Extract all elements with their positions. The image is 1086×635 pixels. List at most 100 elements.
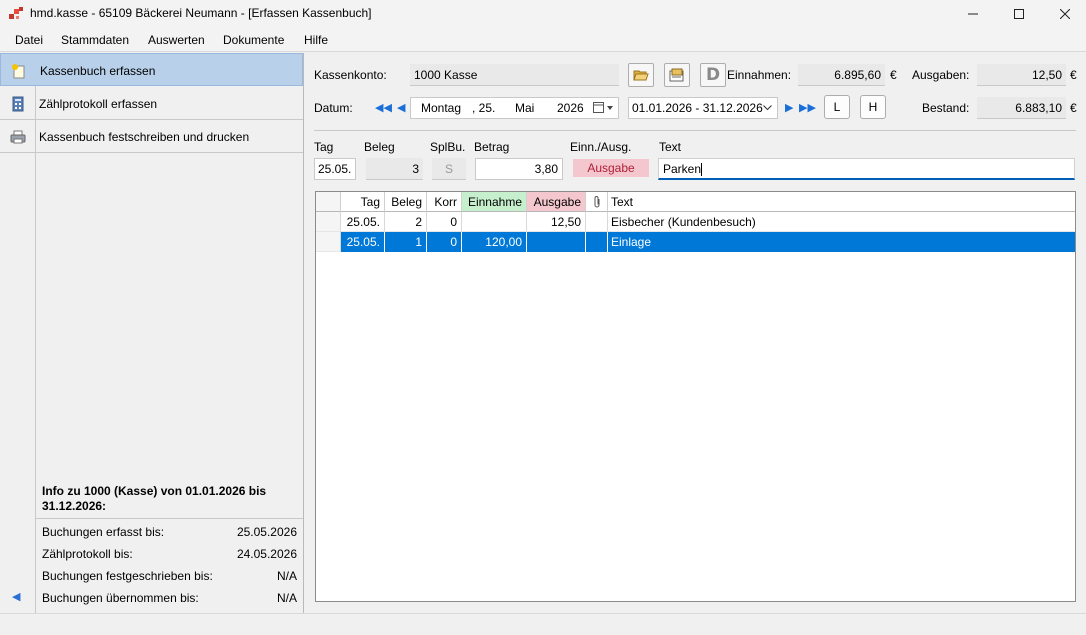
splbu-input[interactable]: S <box>432 158 466 180</box>
row-header[interactable] <box>316 232 341 252</box>
bookings-table[interactable]: Tag Beleg Korr Einnahme Ausgabe Text 25.… <box>315 191 1076 602</box>
nav-item-festschreiben-drucken[interactable]: Kassenbuch festschreiben und drucken <box>0 120 303 153</box>
currency-symbol: € <box>890 68 897 82</box>
printer-icon <box>10 130 26 144</box>
menu-bar: Datei Stammdaten Auswerten Dokumente Hil… <box>0 28 1086 52</box>
cell-ausgabe[interactable]: 12,50 <box>527 212 586 232</box>
close-icon <box>1060 9 1070 19</box>
kassenkonto-field[interactable]: 1000 Kasse <box>410 64 619 86</box>
info-row: Zählprotokoll bis: 24.05.2026 <box>42 547 297 565</box>
table-row[interactable]: 25.05. 2 0 12,50 Eisbecher (Kundenbesuch… <box>316 212 1075 232</box>
cell-attachment[interactable] <box>586 232 608 252</box>
datum-label: Datum: <box>314 101 353 115</box>
info-value: 25.05.2026 <box>236 525 297 539</box>
nav-label: Kassenbuch erfassen <box>40 64 156 78</box>
ausgaben-label: Ausgaben: <box>912 68 970 82</box>
einnahmen-field: 6.895,60 <box>798 64 885 86</box>
date-picker[interactable]: Montag , 25. Mai 2026 <box>410 97 619 119</box>
column-header-tag[interactable]: Tag <box>341 192 385 212</box>
info-label: Buchungen erfasst bis: <box>42 525 165 539</box>
minimize-icon <box>968 13 978 15</box>
column-header-korr[interactable]: Korr <box>427 192 462 212</box>
betrag-input[interactable]: 3,80 <box>475 158 563 180</box>
nav-item-zaehlprotokoll[interactable]: Zählprotokoll erfassen <box>0 87 303 120</box>
cell-korr[interactable]: 0 <box>427 232 462 252</box>
info-title: Info zu 1000 (Kasse) von 01.01.2026 bis … <box>42 484 267 513</box>
app-logo-icon <box>9 7 23 19</box>
period-select[interactable]: 01.01.2026 - 31.12.2026 <box>628 97 778 119</box>
d-button[interactable]: D <box>700 63 726 87</box>
menu-stammdaten[interactable]: Stammdaten <box>61 33 129 47</box>
column-header-einnahme[interactable]: Einnahme <box>462 192 527 212</box>
betrag-label: Betrag <box>474 140 510 154</box>
close-button[interactable] <box>1042 0 1086 28</box>
info-row: Buchungen erfasst bis: 25.05.2026 <box>42 525 297 543</box>
open-folder-button[interactable] <box>628 63 654 87</box>
column-header-beleg[interactable]: Beleg <box>385 192 427 212</box>
minimize-button[interactable] <box>950 0 996 28</box>
table-row-selected[interactable]: 25.05. 1 0 120,00 Einlage <box>316 232 1075 252</box>
bestand-field: 6.883,10 <box>977 97 1066 119</box>
cell-attachment[interactable] <box>586 212 608 232</box>
last-date-icon[interactable]: ▶▶ <box>799 101 816 114</box>
edit-account-button[interactable] <box>664 63 690 87</box>
main-area: Kassenkonto: 1000 Kasse D Einnahmen: 6.8… <box>305 53 1086 613</box>
text-cursor <box>701 163 703 177</box>
cell-einnahme[interactable]: 120,00 <box>462 232 527 252</box>
cell-tag[interactable]: 25.05. <box>341 232 385 252</box>
status-bar <box>0 613 1086 635</box>
first-date-icon[interactable]: ◀◀ <box>375 101 392 114</box>
tag-input[interactable]: 25.05. <box>314 158 356 180</box>
info-label: Zählprotokoll bis: <box>42 547 133 561</box>
cell-beleg[interactable]: 2 <box>385 212 427 232</box>
info-label: Buchungen festgeschrieben bis: <box>42 569 213 583</box>
title-bar: hmd.kasse - 65109 Bäckerei Neumann - [Er… <box>0 0 1086 28</box>
einn-ausg-toggle[interactable]: Ausgabe <box>573 159 649 177</box>
divider <box>314 130 1076 131</box>
info-value: 24.05.2026 <box>236 547 297 561</box>
edit-document-icon <box>669 68 684 82</box>
info-row: Buchungen festgeschrieben bis: N/A <box>42 569 297 587</box>
date-weekday: Montag <box>421 101 462 115</box>
currency-symbol: € <box>1070 68 1077 82</box>
cell-text[interactable]: Einlage <box>608 232 1075 252</box>
bestand-label: Bestand: <box>922 101 970 115</box>
menu-dokumente[interactable]: Dokumente <box>223 33 284 47</box>
period-value: 01.01.2026 - 31.12.2026 <box>632 101 763 115</box>
info-label: Buchungen übernommen bis: <box>42 591 199 605</box>
beleg-input[interactable]: 3 <box>366 158 423 180</box>
column-header-ausgabe[interactable]: Ausgabe <box>527 192 586 212</box>
maximize-button[interactable] <box>996 0 1042 28</box>
nav-label: Kassenbuch festschreiben und drucken <box>39 130 250 144</box>
paperclip-icon <box>594 196 599 208</box>
info-row: Buchungen übernommen bis: N/A <box>42 591 297 609</box>
nav-item-kassenbuch-erfassen[interactable]: Kassenbuch erfassen <box>0 53 303 86</box>
text-input[interactable]: Parken <box>658 158 1075 180</box>
cell-tag[interactable]: 25.05. <box>341 212 385 232</box>
row-header[interactable] <box>316 212 341 232</box>
folder-open-icon <box>633 70 649 81</box>
h-button[interactable]: H <box>860 95 886 119</box>
new-document-icon <box>12 64 25 79</box>
menu-hilfe[interactable]: Hilfe <box>304 33 328 47</box>
text-input-value: Parken <box>663 162 702 176</box>
collapse-panel-icon[interactable]: ◀ <box>12 590 20 603</box>
tag-label: Tag <box>314 140 334 154</box>
cell-einnahme[interactable] <box>462 212 527 232</box>
ausgaben-field: 12,50 <box>977 64 1066 86</box>
cell-text[interactable]: Eisbecher (Kundenbesuch) <box>608 212 1075 232</box>
column-header-attachment[interactable] <box>586 192 608 212</box>
cell-ausgabe[interactable] <box>527 232 586 252</box>
cell-korr[interactable]: 0 <box>427 212 462 232</box>
column-header-text[interactable]: Text <box>608 192 1075 212</box>
menu-auswerten[interactable]: Auswerten <box>148 33 205 47</box>
l-button[interactable]: L <box>824 95 850 119</box>
date-year: 2026 <box>557 101 584 115</box>
previous-date-icon[interactable]: ◀ <box>397 101 405 114</box>
info-value: N/A <box>276 591 297 605</box>
next-date-icon[interactable]: ▶ <box>785 101 793 114</box>
menu-datei[interactable]: Datei <box>15 33 43 47</box>
divider <box>36 518 303 519</box>
cell-beleg[interactable]: 1 <box>385 232 427 252</box>
calendar-dropdown-icon[interactable] <box>593 102 615 114</box>
